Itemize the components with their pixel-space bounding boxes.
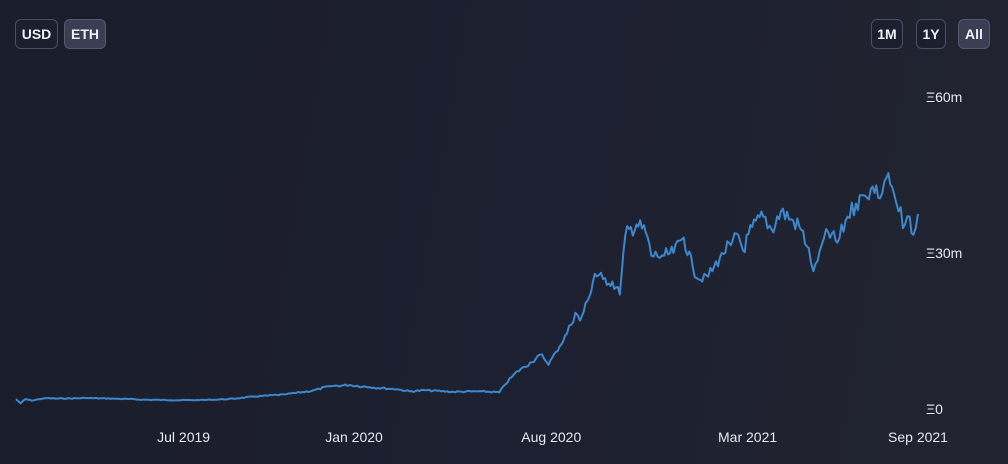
y-tick-label: Ξ30m xyxy=(926,245,962,261)
line-chart: Ξ0 Ξ30m Ξ60m Jul 2019 Jan 2020 Aug 2020 Mar 2… xyxy=(15,89,962,445)
series-line xyxy=(15,172,919,405)
x-tick-label: Jan 2020 xyxy=(325,429,383,445)
x-axis: Jul 2019 Jan 2020 Aug 2020 Mar 2021 Sep 2021 xyxy=(157,429,948,445)
y-tick-label: Ξ60m xyxy=(926,89,962,105)
y-tick-label: Ξ0 xyxy=(926,401,943,417)
x-tick-label: Jul 2019 xyxy=(157,429,210,445)
x-tick-label: Sep 2021 xyxy=(888,429,948,445)
y-axis: Ξ0 Ξ30m Ξ60m xyxy=(926,89,962,417)
x-tick-label: Aug 2020 xyxy=(521,429,581,445)
x-tick-label: Mar 2021 xyxy=(718,429,777,445)
